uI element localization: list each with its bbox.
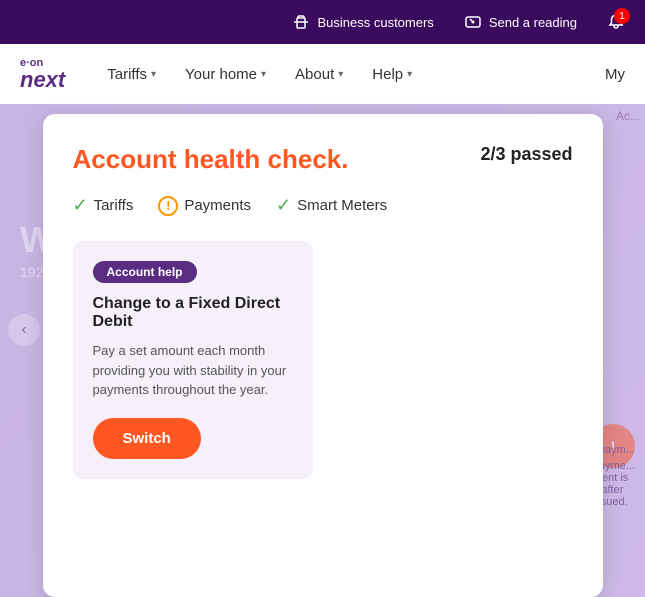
- meter-icon: [464, 13, 482, 31]
- status-smart-meters: ✓ Smart Meters: [276, 195, 387, 216]
- top-bar: Business customers Send a reading 1: [0, 0, 645, 44]
- logo[interactable]: e·on next: [20, 58, 65, 91]
- status-tariffs: ✓ Tariffs: [73, 195, 134, 216]
- card-description: Pay a set amount each month providing yo…: [93, 341, 293, 400]
- check-icon-tariffs: ✓: [73, 195, 88, 216]
- nav-bar: e·on next Tariffs ▾ Your home ▾ About ▾ …: [0, 44, 645, 104]
- account-help-badge: Account help: [93, 261, 197, 283]
- notifications-link[interactable]: 1: [607, 13, 625, 31]
- switch-button[interactable]: Switch: [93, 418, 201, 459]
- info-card: Account help Change to a Fixed Direct De…: [73, 241, 313, 479]
- nav-my-account[interactable]: My: [605, 66, 625, 83]
- modal-title: Account health check.: [73, 144, 349, 175]
- nav-tariffs[interactable]: Tariffs ▾: [95, 58, 168, 91]
- status-payments-label: Payments: [184, 197, 251, 214]
- status-tariffs-label: Tariffs: [94, 197, 134, 214]
- logo-next-text: next: [20, 69, 65, 91]
- notification-badge: 1: [614, 8, 630, 24]
- warning-icon-payments: !: [158, 196, 178, 216]
- send-reading-link[interactable]: Send a reading: [464, 13, 577, 31]
- business-customers-link[interactable]: Business customers: [292, 13, 433, 31]
- notification-wrapper: 1: [607, 13, 625, 31]
- nav-help[interactable]: Help ▾: [360, 58, 424, 91]
- chevron-down-icon: ▾: [151, 69, 156, 80]
- status-payments: ! Payments: [158, 196, 251, 216]
- status-row: ✓ Tariffs ! Payments ✓ Smart Meters: [73, 195, 573, 216]
- modal-score: 2/3 passed: [480, 144, 572, 165]
- health-check-modal: Account health check. 2/3 passed ✓ Tarif…: [43, 114, 603, 597]
- check-icon-smart-meters: ✓: [276, 195, 291, 216]
- nav-about[interactable]: About ▾: [283, 58, 355, 91]
- briefcase-icon: [292, 13, 310, 31]
- modal-header: Account health check. 2/3 passed: [73, 144, 573, 175]
- status-smart-meters-label: Smart Meters: [297, 197, 387, 214]
- modal-overlay: Account health check. 2/3 passed ✓ Tarif…: [0, 104, 645, 597]
- nav-your-home[interactable]: Your home ▾: [173, 58, 278, 91]
- chevron-down-icon: ▾: [261, 69, 266, 80]
- chevron-down-icon: ▾: [407, 69, 412, 80]
- nav-items: Tariffs ▾ Your home ▾ About ▾ Help ▾: [95, 58, 605, 91]
- chevron-down-icon: ▾: [338, 69, 343, 80]
- card-heading: Change to a Fixed Direct Debit: [93, 295, 293, 331]
